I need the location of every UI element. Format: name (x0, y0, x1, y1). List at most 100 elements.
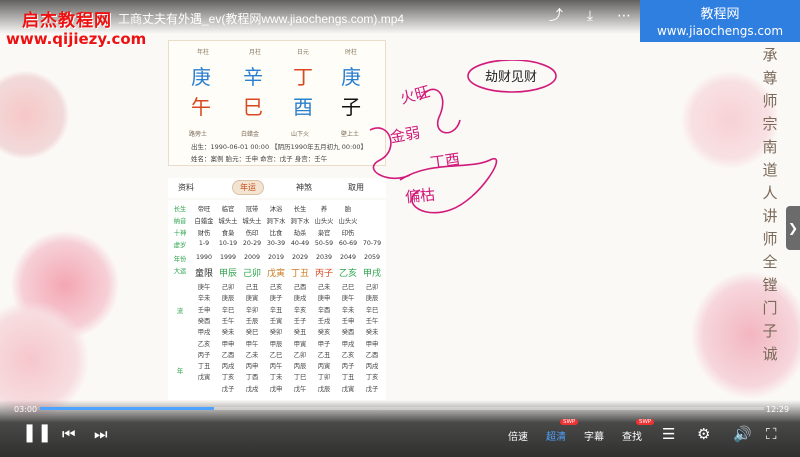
next-arrow-icon[interactable]: ❯ (786, 206, 800, 250)
row-label: 大运 (173, 268, 187, 275)
grid-cell: 辛丑 (269, 306, 283, 314)
prev-icon[interactable]: ⏮ (62, 425, 76, 443)
tab-stars[interactable]: 神煞 (296, 182, 312, 193)
pillar-label: 月柱 (249, 49, 262, 56)
grid-cell: 胎 (344, 206, 352, 213)
grid-cell: 甲辰 (218, 269, 237, 279)
download-icon[interactable]: ⤓ (582, 8, 598, 24)
grid-cell: 乙未 (245, 351, 259, 359)
grid-cell: 甲申 (365, 340, 379, 348)
grid-cell: 丙子 (314, 269, 333, 279)
tab-annual-luck[interactable]: 年运 (232, 180, 264, 195)
time-current: 03:00 (14, 405, 38, 414)
quality-button[interactable]: 超清 (546, 428, 566, 443)
row-label: 年份 (173, 256, 187, 263)
grid-cell: 40-49 (290, 240, 310, 247)
heavenly-stem: 庚 (191, 65, 211, 89)
grid-cell: 庚戌 (293, 295, 307, 303)
pillar-label: 年柱 (197, 49, 210, 56)
bazi-chart-card: 年柱 月柱 日元 时柱 庚 辛 丁 庚 午 巳 酉 子 路旁土 白蜡金 山下火 … (168, 40, 386, 166)
search-button[interactable]: 查找 (622, 428, 642, 443)
grid-cell: 庚辰 (221, 295, 235, 303)
grid-cell: 癸巳 (245, 329, 259, 337)
volume-icon[interactable]: 🔊 (733, 425, 752, 443)
grid-row: 丙子 乙酉 乙未 乙巳 乙卯 乙丑 乙亥 乙酉 (168, 350, 386, 361)
grid-cell: 财伤 (197, 230, 211, 237)
watermark-left-title: 启杰教程网 (22, 11, 112, 31)
grid-cell: 乙亥 (197, 340, 211, 348)
time-total: 12:29 (766, 405, 790, 414)
progress-bar[interactable] (40, 407, 764, 410)
video-frame[interactable]: 工商丈夫有外遇_ev(教程网www.jiaochengs.com).mp4 启杰… (0, 0, 800, 457)
grid-cell: 辛巳 (365, 306, 379, 314)
grid-cell: 城头土 (242, 218, 262, 225)
grid-cell: 乙亥 (338, 269, 357, 279)
next-icon[interactable]: ⏭ (94, 425, 108, 443)
grid-cell: 戊寅 (197, 374, 211, 382)
watermark-right-url: www.jiaochengs.com (656, 24, 784, 38)
progress-fill (40, 407, 214, 410)
grid-cell: 戊戌 (245, 385, 259, 393)
grid-cell: 癸酉 (341, 329, 355, 337)
grid-cell: 50-59 (314, 240, 334, 247)
top-icons: ⤴ ⤓ ⋯ (548, 8, 632, 24)
grid-cell: 丙戌 (221, 363, 235, 371)
grid-cell: 1999 (219, 254, 237, 261)
grid-cell: 己卯 (221, 284, 235, 291)
quality-badge: SWP (560, 419, 579, 425)
tab-profile[interactable]: 资料 (178, 182, 194, 193)
grid-cell: 辛卯 (245, 306, 259, 314)
grid-cell: 比食 (269, 230, 283, 237)
grid-cell: 戊子 (221, 385, 235, 393)
grid-cell: 甲戌 (362, 269, 381, 279)
earthly-branch: 午 (191, 95, 211, 119)
heavenly-stem: 庚 (341, 65, 361, 89)
share-icon[interactable]: ⤴ (548, 8, 564, 24)
grid-row: 丁丑 丙戌 丙申 丙午 丙辰 丙寅 丙子 丙戌 (168, 361, 386, 372)
grid-cell: 癸未 (365, 329, 379, 337)
annotation-note: 偏枯 (404, 185, 436, 207)
watermark-right: 教程网 www.jiaochengs.com (640, 0, 800, 42)
search-badge: SWP (636, 419, 655, 425)
grid-row: 戊寅 丁亥 丁酉 丁未 丁巳 丁卯 丁丑 丁亥 (168, 372, 386, 383)
grid-cell: 1-9 (198, 240, 210, 247)
grid-cell: 丁酉 (245, 374, 259, 382)
subtitle-button[interactable]: 字幕 (584, 428, 604, 443)
grid-cell: 壬戌 (317, 317, 331, 325)
grid-cell: 丁丑 (290, 269, 309, 279)
grid-row: 长生 帝旺 临官 冠带 沐浴 长生 养 胎 (168, 204, 386, 215)
liunian-label: 年 (176, 368, 184, 375)
fullscreen-icon[interactable]: ⛶ (766, 425, 777, 443)
grid-cell: 丙戌 (365, 363, 379, 371)
grid-cell: 癸酉 (197, 317, 211, 325)
grid-cell: 庚辰 (365, 295, 379, 303)
grid-cell: 养 (320, 206, 328, 213)
watermark-right-title: 教程网 (700, 7, 740, 22)
grid-cell: 壬辰 (245, 317, 259, 325)
speed-button[interactable]: 倍速 (508, 428, 528, 443)
pause-icon[interactable]: ❚❚ (22, 422, 52, 443)
grid-cell: 帝旺 (197, 206, 211, 213)
grid-cell: 己卯 (365, 284, 379, 291)
grid-cell: 沐浴 (269, 206, 283, 213)
grid-cell: 庚申 (317, 295, 331, 303)
grid-cell: 山头火 (338, 218, 358, 225)
grid-cell: 戊子 (365, 385, 379, 393)
grid-cell: 临官 (221, 206, 235, 213)
grid-cell: 丙子 (197, 351, 211, 359)
grid-row: 癸酉 壬午 壬辰 壬寅 壬子 壬戌 壬申 壬午 (168, 316, 386, 327)
grid-cell: 乙丑 (317, 351, 331, 359)
row-label: 纳音 (173, 218, 187, 225)
grid-cell: 伤印 (245, 230, 259, 237)
grid-row: 年份 1990 1999 2009 2019 2029 2039 2049 2059 (168, 254, 386, 265)
grid-cell: 甲戌 (197, 329, 211, 337)
more-icon[interactable]: ⋯ (616, 8, 632, 24)
playlist-icon[interactable]: ☰ (662, 425, 675, 443)
grid-cell: 癸亥 (317, 329, 331, 337)
grid-cell: 癸丑 (293, 329, 307, 337)
nayin: 山下火 (291, 131, 310, 138)
grid-cell: 己酉 (293, 284, 307, 291)
settings-icon[interactable]: ⚙ (697, 425, 710, 443)
grid-row: 戊子 戊戌 戊申 戊午 戊辰 戊寅 戊子 (168, 384, 386, 395)
grid-cell: 辛未 (197, 295, 211, 303)
